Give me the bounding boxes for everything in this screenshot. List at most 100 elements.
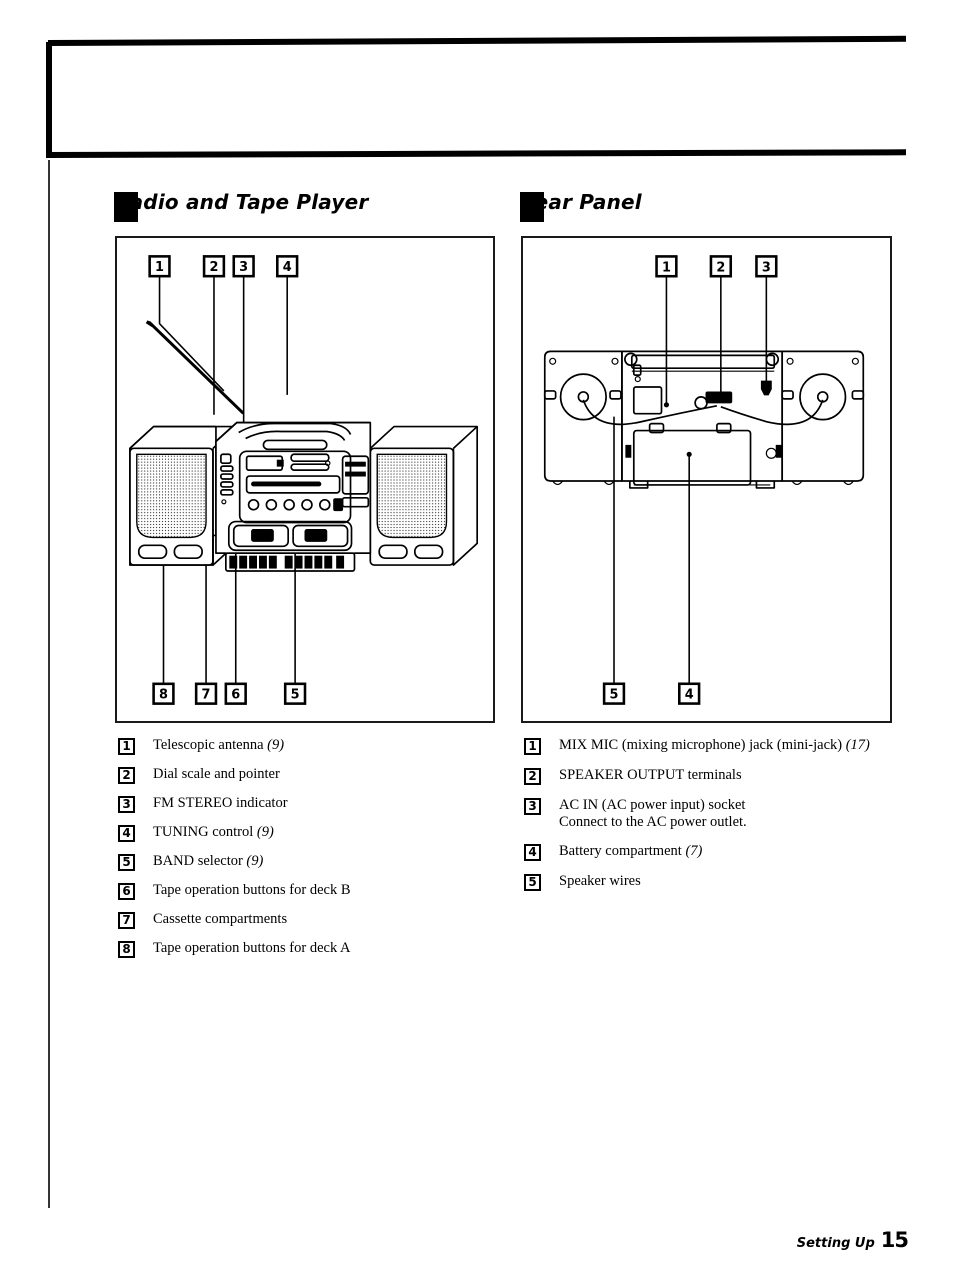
legend-number-box: 5 [524, 874, 541, 891]
legend-item-5: 5 BAND selector (9) [118, 853, 508, 871]
legend-label: AC IN (AC power input) socket Connect to … [559, 797, 747, 831]
svg-text:2: 2 [209, 260, 218, 275]
legend-label-text: Speaker wires [559, 873, 641, 889]
page-top-rule [47, 35, 907, 46]
section-heading-label: Rear Panel [520, 190, 642, 214]
legend-label: MIX MIC (mixing microphone) jack (mini-j… [559, 737, 870, 754]
legend-item-2: 2 Dial scale and pointer [118, 766, 508, 784]
section-heading-rear-panel: Rear Panel [520, 190, 892, 224]
front-panel-diagram: 1 2 3 4 8 7 6 5 [115, 236, 495, 723]
svg-text:8: 8 [159, 688, 168, 703]
legend-label-text: Tape operation buttons for deck B [153, 882, 351, 898]
callout-3: 3 [232, 255, 255, 278]
legend-label: TUNING control (9) [153, 824, 274, 841]
legend-number-box: 1 [524, 738, 541, 755]
legend-label-text: FM STEREO indicator [153, 795, 288, 811]
legend-label-text: Telescopic antenna [153, 737, 268, 753]
legend-number-box: 5 [118, 854, 135, 871]
legend-number-box: 3 [524, 798, 541, 815]
legend-page-ref: (17) [845, 737, 870, 753]
legend-page-ref: (9) [256, 824, 274, 840]
legend-label-text: AC IN (AC power input) socket [559, 797, 746, 813]
legend-label-text: SPEAKER OUTPUT terminals [559, 767, 742, 783]
legend-label-text: BAND selector [153, 853, 247, 869]
legend-label-text: MIX MIC (mixing microphone) jack (mini-j… [559, 737, 846, 753]
legend-number-box: 1 [118, 738, 135, 755]
section-heading-radio-and-tape-player: Radio and Tape Player [114, 190, 496, 224]
legend-label: Telescopic antenna (9) [153, 737, 284, 754]
callout-4: 4 [276, 255, 299, 278]
legend-item-3: 3 AC IN (AC power input) socket Connect t… [524, 797, 924, 831]
legend-label: Tape operation buttons for deck A [153, 940, 351, 957]
footer-section-label: Setting Up [796, 1236, 875, 1251]
callout-markers-bottom: 5 4 [602, 682, 701, 705]
legend-number-box: 4 [524, 844, 541, 861]
svg-text:3: 3 [762, 260, 771, 275]
section-heading-label: Radio and Tape Player [114, 190, 369, 214]
legend-item-2: 2 SPEAKER OUTPUT terminals [524, 767, 924, 785]
page-left-margin-rule [48, 160, 50, 1208]
legend-label-second-line: Connect to the AC power outlet. [559, 814, 747, 830]
footer-page-number: 15 [880, 1228, 909, 1252]
svg-text:5: 5 [291, 688, 300, 703]
svg-text:3: 3 [239, 260, 248, 275]
legend-item-4: 4 Battery compartment (7) [524, 843, 924, 861]
legend-number-box: 7 [118, 912, 135, 929]
legend-number-box: 3 [118, 796, 135, 813]
callout-2: 2 [202, 255, 226, 278]
callout-7: 7 [194, 682, 218, 705]
callout-5: 5 [602, 682, 626, 705]
legend-number-box: 4 [118, 825, 135, 842]
legend-label: BAND selector (9) [153, 853, 263, 870]
legend-item-3: 3 FM STEREO indicator [118, 795, 508, 813]
front-panel-legend-list: 1 Telescopic antenna (9) 2 Dial scale an… [118, 737, 508, 969]
legend-page-ref: (9) [246, 853, 264, 869]
callout-5: 5 [283, 682, 307, 705]
callout-markers-top: 1 2 3 [655, 255, 778, 278]
legend-item-1: 1 Telescopic antenna (9) [118, 737, 508, 755]
legend-item-8: 8 Tape operation buttons for deck A [118, 940, 508, 958]
legend-number-box: 6 [118, 883, 135, 900]
svg-text:5: 5 [610, 688, 619, 703]
callout-1: 1 [148, 255, 171, 278]
legend-label: Battery compartment (7) [559, 843, 702, 860]
svg-text:7: 7 [202, 688, 211, 703]
legend-label: Dial scale and pointer [153, 766, 280, 783]
callout-2: 2 [709, 255, 733, 278]
svg-text:4: 4 [283, 260, 292, 275]
legend-item-1: 1 MIX MIC (mixing microphone) jack (mini… [524, 737, 924, 755]
legend-label-text: TUNING control [153, 824, 257, 840]
legend-label: Cassette compartments [153, 911, 287, 928]
callout-8: 8 [152, 682, 175, 705]
legend-label-text: Tape operation buttons for deck A [153, 940, 351, 956]
page-footer: Setting Up 15 [796, 1228, 909, 1252]
legend-item-5: 5 Speaker wires [524, 873, 924, 891]
svg-text:4: 4 [685, 688, 694, 703]
legend-label: Tape operation buttons for deck B [153, 882, 351, 899]
page-left-upper-rule [46, 42, 52, 158]
callout-1: 1 [655, 255, 678, 278]
legend-item-6: 6 Tape operation buttons for deck B [118, 882, 508, 900]
legend-label: SPEAKER OUTPUT terminals [559, 767, 742, 784]
legend-label-text: Cassette compartments [153, 911, 288, 927]
svg-text:6: 6 [231, 688, 240, 703]
legend-label-text: Dial scale and pointer [153, 766, 280, 782]
legend-number-box: 8 [118, 941, 135, 958]
callout-markers-top: 1 2 3 4 [148, 255, 299, 278]
legend-item-4: 4 TUNING control (9) [118, 824, 508, 842]
rear-panel-legend-list: 1 MIX MIC (mixing microphone) jack (mini… [524, 737, 924, 903]
callout-3: 3 [755, 255, 778, 278]
legend-number-box: 2 [118, 767, 135, 784]
legend-label: Speaker wires [559, 873, 641, 890]
legend-page-ref: (9) [267, 737, 285, 753]
legend-label: FM STEREO indicator [153, 795, 288, 812]
svg-text:2: 2 [716, 260, 725, 275]
callout-markers-bottom: 8 7 6 5 [152, 682, 307, 705]
callout-6: 6 [224, 682, 247, 705]
page-header-rule [47, 149, 907, 158]
callout-4: 4 [678, 682, 701, 705]
legend-item-7: 7 Cassette compartments [118, 911, 508, 929]
rear-panel-diagram: 1 2 3 5 4 [521, 236, 892, 723]
legend-number-box: 2 [524, 768, 541, 785]
legend-page-ref: (7) [685, 843, 703, 859]
